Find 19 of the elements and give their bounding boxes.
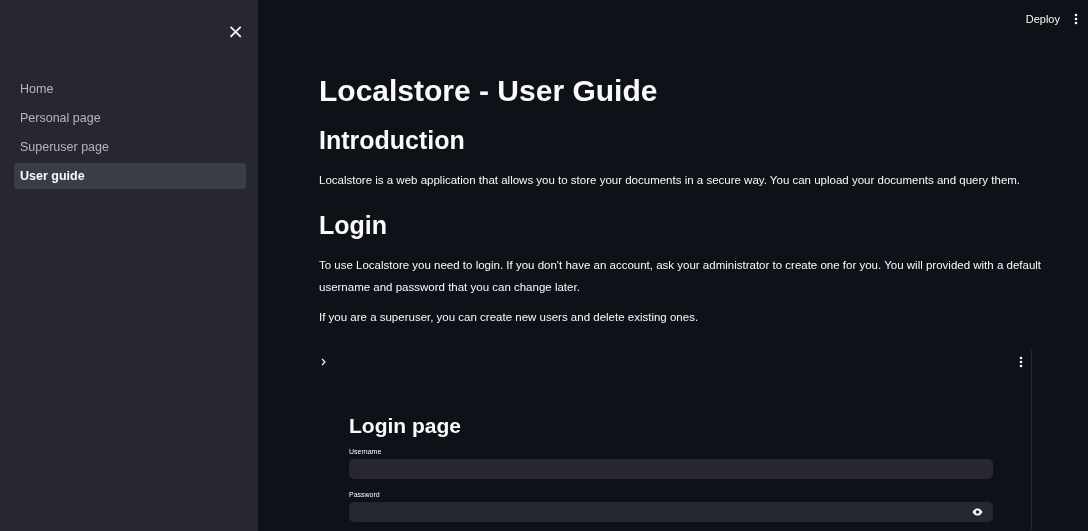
more-icon[interactable] bbox=[1074, 13, 1078, 25]
password-field[interactable] bbox=[349, 502, 993, 522]
eye-icon[interactable] bbox=[972, 508, 983, 516]
close-button[interactable]: × bbox=[227, 8, 244, 54]
paragraph: Localstore is a web application that allows you to store your documents in a secure way. You can upload your documents and query them. bbox=[319, 173, 1022, 188]
sidebar-item[interactable]: Home bbox=[14, 76, 246, 102]
paragraph: To use Localstore you need to login. If you don't have an account, ask your administrator to create one for you. You will provided with a default username and password that you can change later. bbox=[319, 258, 1043, 295]
more-icon[interactable] bbox=[1019, 356, 1023, 368]
section-heading: Introduction bbox=[319, 126, 466, 155]
deploy-button[interactable]: Deploy bbox=[1025, 13, 1060, 25]
page-title: Localstore - User Guide bbox=[319, 74, 659, 108]
paragraph: If you are a superuser, you can create new users and delete existing ones. bbox=[319, 310, 700, 325]
sidebar-item[interactable]: Superuser page bbox=[14, 134, 246, 160]
sidebar-item[interactable]: Personal page bbox=[14, 105, 246, 131]
chevron-icon[interactable] bbox=[321, 358, 326, 366]
login-heading: Login page bbox=[349, 414, 462, 438]
sidebar-item[interactable]: User guide bbox=[14, 163, 246, 189]
input-field[interactable] bbox=[349, 459, 993, 479]
section-heading: Login bbox=[319, 211, 389, 240]
